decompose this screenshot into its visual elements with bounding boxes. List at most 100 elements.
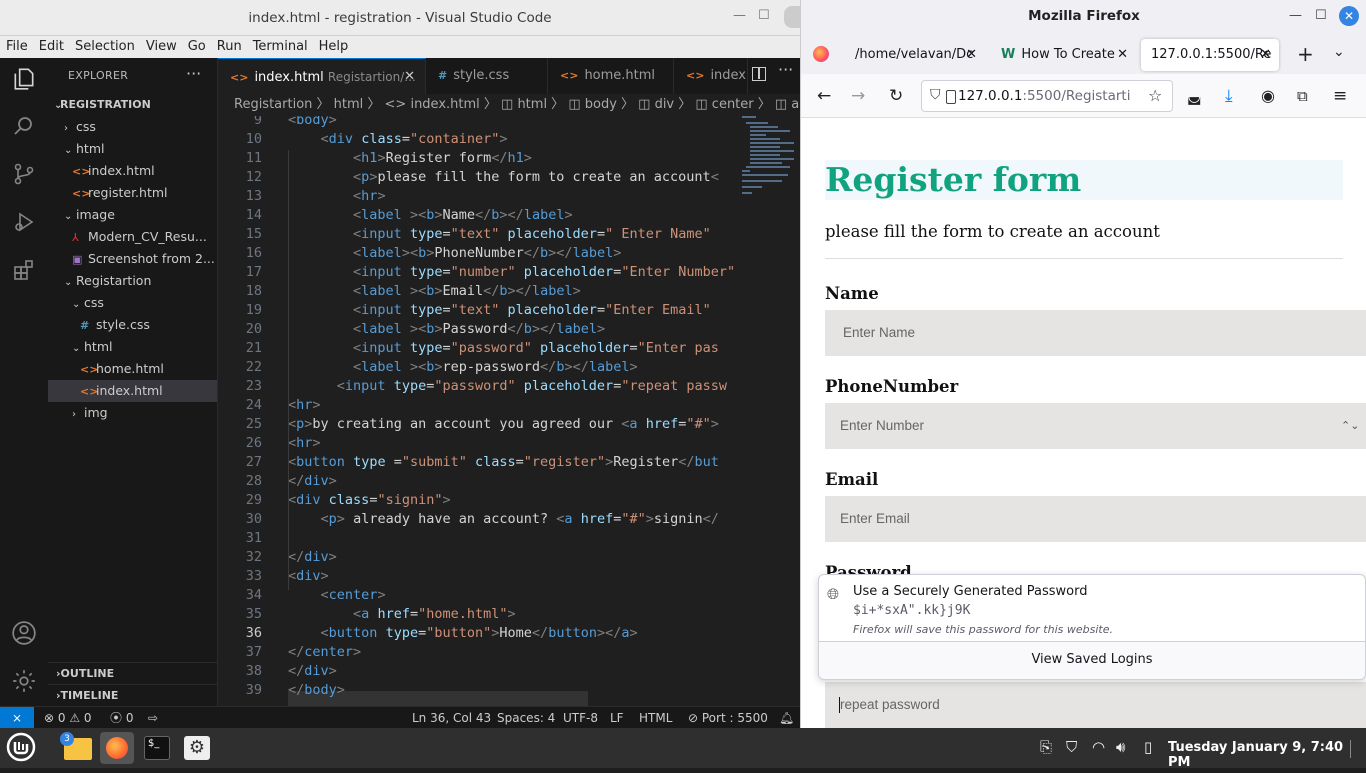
code-line[interactable]: <input type="password" placeholder="repe… [288,378,727,394]
split-editor-icon[interactable] [752,67,766,81]
code-line[interactable]: <button type="button">Home</button></a> [288,625,638,641]
menu-item-edit[interactable]: Edit [33,36,69,54]
view-saved-logins-button[interactable]: View Saved Logins [819,641,1365,679]
code-line[interactable]: <p>please fill the form to create an acc… [288,169,719,185]
bookmark-star-icon[interactable]: ☆ [1148,86,1162,105]
more-actions-icon[interactable]: ··· [778,60,793,79]
close-icon[interactable]: ✕ [1339,6,1359,26]
notifications-bell-icon[interactable]: 🔔︎ [779,707,794,728]
browser-tab[interactable]: /home/velavan/Dc ✕ [845,39,985,71]
back-arrow-icon[interactable]: ← [817,86,831,106]
url-bar[interactable]: ⛉ 127.0.0.1:5500/Registarti ☆ [921,80,1173,112]
menu-item-go[interactable]: Go [182,36,211,54]
battery-icon[interactable]: ▯ [1144,738,1152,756]
browser-tab-active[interactable]: 127.0.0.1:5500/Re ✕ [1141,39,1279,71]
code-line[interactable]: <h1>Register form</h1> [288,150,532,166]
code-line[interactable]: <hr> [288,435,321,451]
close-tab-icon[interactable]: ✕ [966,39,977,71]
settings-icon[interactable]: ⚙ [180,732,214,764]
maximize-icon[interactable]: ☐ [758,8,770,23]
code-line[interactable]: <input type="number" placeholder="Enter … [288,264,735,280]
code-line[interactable]: <hr> [288,188,386,204]
minimap[interactable] [742,116,800,196]
code-line[interactable]: </div> [288,549,337,565]
name-input[interactable]: Enter Name [825,310,1366,356]
code-line[interactable]: <a href="home.html"> [288,606,516,622]
code-line[interactable]: <div class="container"> [288,131,508,147]
close-tab-icon[interactable]: ✕ [1260,39,1271,71]
menu-item-file[interactable]: File [0,36,33,54]
tab-style-css[interactable]: # style.css [426,58,548,94]
reload-icon[interactable]: ↻ [889,86,903,106]
code-editor[interactable]: 9 <body> 10 <div class="container"> 11 <h1>… [218,116,800,706]
wifi-icon[interactable]: ◠ [1092,738,1105,756]
code-line[interactable]: </center> [288,644,361,660]
cursor-position[interactable]: Ln 36, Col 43 [412,707,491,728]
shield-update-icon[interactable]: ⛉ [1066,738,1077,756]
outline-section[interactable]: ›OUTLINE [48,662,217,684]
run-debug-icon[interactable] [10,210,38,238]
folder-html[interactable]: ⌄ html [48,138,217,160]
folder-html[interactable]: ⌄ html [48,336,217,358]
folder-image[interactable]: ⌄ image [48,204,217,226]
manage-gear-icon[interactable] [10,668,38,696]
breadcrumb[interactable]: Registartion 〉 html 〉 <> index.html 〉 ◫ … [218,94,800,116]
code-line[interactable]: <p>by creating an account you agreed our… [288,416,719,432]
file-screenshot-from-2-[interactable]: ▣ Screenshot from 2... [48,248,217,270]
menu-item-selection[interactable]: Selection [69,36,140,54]
end-of-line[interactable]: LF [610,707,624,728]
encoding[interactable]: UTF-8 [563,707,598,728]
explorer-icon[interactable] [10,66,38,94]
clipboard-icon[interactable]: ⎘ [1040,738,1052,756]
clock[interactable]: Tuesday January 9, 7:40 PM [1168,740,1366,770]
folder-img[interactable]: › img [48,402,217,424]
file-home-html[interactable]: <>home.html [48,358,217,380]
extensions-icon[interactable] [10,258,38,286]
remote-icon[interactable]: ⨯ [0,707,34,728]
menu-item-help[interactable]: Help [313,36,354,54]
terminal-icon[interactable]: $_ [140,732,174,764]
explorer-root-folder[interactable]: ⌄REGISTRATION [48,94,217,116]
code-line[interactable]: <input type="text" placeholder=" Enter N… [288,226,711,242]
file-index-html[interactable]: <>index.html [48,160,217,182]
repeat-password-input[interactable]: repeat password [825,682,1366,728]
account-icon[interactable] [10,620,38,648]
code-line[interactable]: <label ><b>Email</b></label> [288,283,581,299]
minimize-icon[interactable]: — [733,8,746,23]
code-line[interactable]: </body> [288,682,345,698]
code-line[interactable]: <input type="password" placeholder="Ente… [288,340,719,356]
code-line[interactable]: <body> [288,116,337,128]
menu-item-terminal[interactable]: Terminal [247,36,313,54]
firefox-taskbar-icon[interactable] [100,732,134,764]
close-tab-icon[interactable]: ✕ [404,59,415,94]
close-icon[interactable] [784,6,800,28]
generated-password-popup[interactable]: 🌐︎ Use a Securely Generated Password $i+… [818,574,1366,680]
code-line[interactable]: </div> [288,473,337,489]
close-tab-icon[interactable]: ✕ [1117,39,1128,71]
account-icon[interactable]: ◉ [1261,86,1275,106]
code-line[interactable]: <input type="text" placeholder="Enter Em… [288,302,711,318]
file-modern-cv-resu-[interactable]: ⅄ Modern_CV_Resu... [48,226,217,248]
more-actions-icon[interactable]: ··· [186,64,201,83]
forward-arrow-icon[interactable]: → [851,86,865,106]
files-icon[interactable]: 3 [60,732,94,764]
hamburger-menu-icon[interactable]: ≡ [1333,86,1347,106]
firefox-view-icon[interactable] [813,46,829,62]
folder-registartion[interactable]: ⌄ Registartion [48,270,217,292]
search-icon[interactable] [10,114,38,142]
code-line[interactable]: <label ><b>Password</b></label> [288,321,605,337]
folder-css[interactable]: › css [48,116,217,138]
source-control-icon[interactable] [10,162,38,190]
tab-home-html[interactable]: <> home.html [548,58,674,94]
tab-index-html[interactable]: <> index.html Registartion/... ✕ [218,58,426,94]
live-server-port[interactable]: ⊘ Port : 5500 [688,707,768,728]
code-line[interactable]: <center> [288,587,386,603]
mint-menu-icon[interactable] [4,732,38,764]
tab-index-html-2[interactable]: <> index.l [674,58,748,94]
url-text[interactable]: 127.0.0.1:5500/Registarti [958,88,1136,104]
phone-number-input[interactable]: Enter Number ⌃⌄ [825,403,1366,449]
new-tab-icon[interactable]: + [1297,42,1314,66]
timeline-section[interactable]: ›TIMELINE [48,684,217,706]
code-line[interactable]: <button type ="submit" class="register">… [288,454,719,470]
pocket-icon[interactable]: ◛ [1187,86,1202,106]
